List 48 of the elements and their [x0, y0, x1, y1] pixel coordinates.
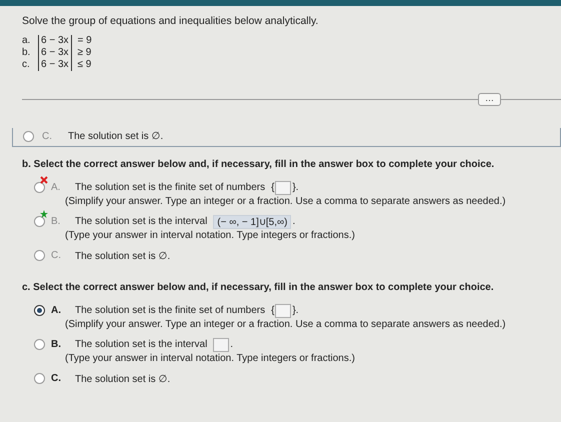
- problem-label: a.: [22, 35, 32, 47]
- answer-box[interactable]: [275, 180, 292, 194]
- option-text: The solution set is ∅.: [68, 130, 164, 142]
- option-text: The solution set is the finite set of numbers: [75, 182, 266, 193]
- relation-text: ≥ 9: [78, 47, 92, 59]
- radio-button[interactable]: [34, 182, 45, 193]
- answer-box[interactable]: [213, 338, 230, 352]
- hint-text: (Type your answer in interval notation. Type integers or fractions.): [65, 353, 356, 364]
- open-brace: {: [271, 182, 274, 193]
- option-text: The solution set is the interval: [75, 216, 208, 227]
- radio-button[interactable]: [34, 373, 45, 384]
- more-button[interactable]: …: [478, 93, 501, 106]
- option-text: The solution set is ∅.: [75, 372, 170, 384]
- answer-box[interactable]: (− ∞, − 1]∪[5,∞): [213, 214, 292, 228]
- period: .: [230, 339, 234, 350]
- radio-button[interactable]: [34, 339, 45, 350]
- radio-button[interactable]: [34, 250, 45, 261]
- problem-label: b.: [22, 47, 32, 59]
- absolute-value-expression: 6 − 3x: [38, 47, 72, 59]
- relation-text: = 9: [78, 35, 92, 47]
- absolute-value-expression: 6 − 3x: [38, 59, 72, 71]
- radio-button[interactable]: [34, 305, 45, 316]
- option-letter: C.: [51, 373, 62, 384]
- hint-text: (Simplify your answer. Type an integer or a fraction. Use a comma to separate answers as needed.): [65, 319, 507, 330]
- option-letter: C.: [51, 250, 62, 261]
- close-brace: }.: [292, 305, 299, 316]
- question-prompt: c. Select the correct answer below and, if necessary, fill in the answer box to complete your choice.: [22, 282, 495, 293]
- period: .: [292, 216, 296, 227]
- option-letter: A.: [51, 182, 62, 193]
- question-prompt: b. Select the correct answer below and, if necessary, fill in the answer box to complete your choice.: [22, 159, 496, 170]
- open-brace: {: [271, 305, 274, 316]
- close-brace: }.: [292, 182, 299, 193]
- radio-button[interactable]: [23, 130, 34, 142]
- option-letter: A.: [51, 305, 62, 316]
- absolute-value-expression: 6 − 3x: [38, 35, 72, 47]
- option-letter: B.: [51, 339, 62, 350]
- hint-text: (Type your answer in interval notation. Type integers or fractions.): [65, 230, 356, 241]
- option-letter: C.: [42, 130, 53, 142]
- option-letter: B.: [51, 216, 62, 227]
- answer-box[interactable]: [275, 304, 292, 318]
- relation-text: ≤ 9: [78, 59, 92, 71]
- hint-text: (Simplify your answer. Type an integer or a fraction. Use a comma to separate answers as needed.): [65, 196, 507, 207]
- option-text: The solution set is the interval: [75, 339, 208, 350]
- option-text: The solution set is the finite set of numbers: [75, 305, 266, 316]
- instruction-text: Solve the group of equations and inequalities below analytically.: [22, 15, 320, 27]
- radio-button[interactable]: [34, 216, 45, 227]
- problem-label: c.: [22, 59, 31, 71]
- option-text: The solution set is ∅.: [75, 250, 170, 262]
